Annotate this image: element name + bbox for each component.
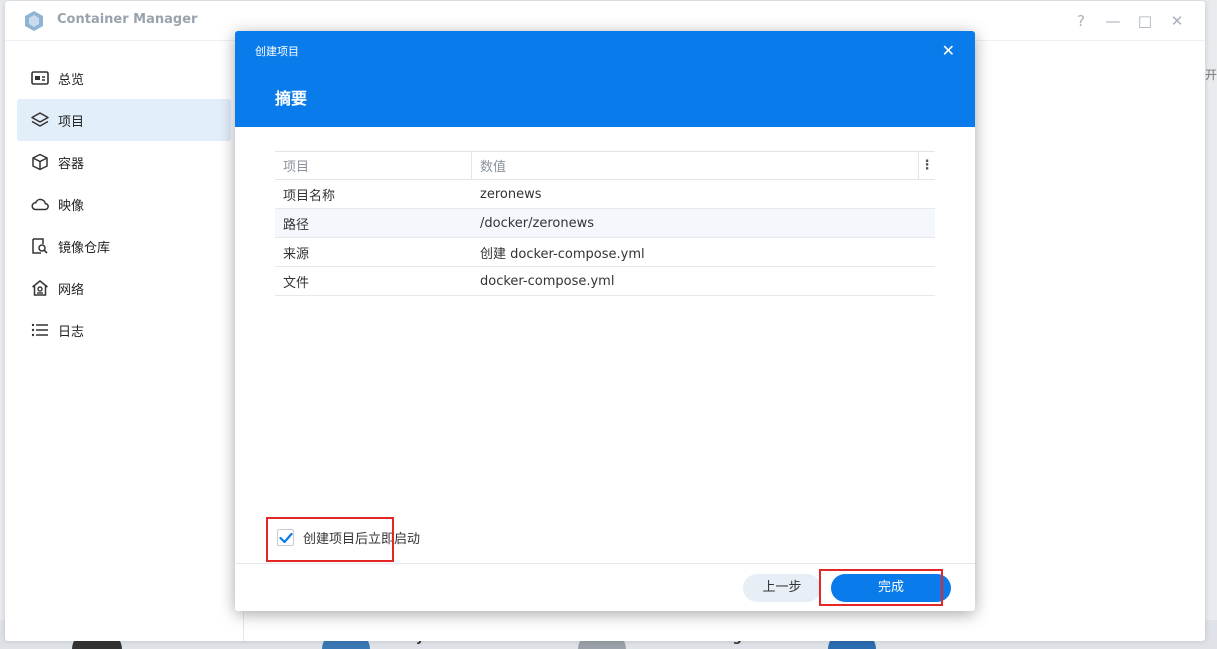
sidebar-item-image[interactable]: 映像 (17, 183, 231, 225)
table-cell-value: docker-compose.yml (480, 273, 615, 289)
close-icon[interactable]: ✕ (942, 41, 955, 60)
sidebar-item-label: 容器 (58, 156, 85, 172)
column-header-value[interactable]: 数值 (472, 152, 919, 179)
dialog-header: 创建项目 ✕ 摘要 (235, 31, 975, 127)
minimize-button[interactable]: — (1103, 11, 1123, 31)
dialog-window-title: 创建项目 (255, 45, 299, 58)
sidebar-item-project[interactable]: 项目 (17, 99, 231, 141)
sidebar-item-container[interactable]: 容器 (17, 141, 231, 183)
table-cell-value: 创建 docker-compose.yml (480, 246, 645, 262)
sidebar-item-overview[interactable]: 总览 (17, 57, 231, 99)
app-title: Container Manager (57, 12, 198, 27)
table-cell-value: zeronews (480, 186, 542, 202)
overview-icon (31, 69, 49, 87)
list-icon (31, 321, 49, 339)
table-row[interactable]: 文件 docker-compose.yml (275, 267, 935, 296)
sidebar-item-label: 镜像仓库 (58, 240, 111, 256)
previous-button[interactable]: 上一步 (743, 574, 821, 602)
highlight-annotation (819, 569, 943, 606)
create-project-dialog: 创建项目 ✕ 摘要 项目 数值 ⋮ 项目名称 zeronews 路径 /dock… (235, 31, 975, 611)
network-home-icon (31, 279, 49, 297)
sidebar-item-label: 日志 (58, 324, 85, 340)
more-options-icon[interactable]: ⋮ (919, 158, 935, 173)
layers-icon (31, 111, 49, 129)
sidebar-item-network[interactable]: 网络 (17, 267, 231, 309)
table-row[interactable]: 来源 创建 docker-compose.yml (275, 238, 935, 267)
sidebar-item-label: 网络 (58, 282, 85, 298)
column-header-item[interactable]: 项目 (275, 152, 472, 179)
table-cell-key: 项目名称 (283, 188, 336, 204)
sidebar-item-label: 总览 (58, 72, 85, 88)
sidebar-item-log[interactable]: 日志 (17, 309, 231, 351)
table-cell-value: /docker/zeronews (480, 215, 594, 231)
table-header: 项目 数值 ⋮ (275, 151, 935, 180)
summary-table: 项目 数值 ⋮ 项目名称 zeronews 路径 /docker/zeronew… (275, 151, 935, 296)
cloud-icon (31, 195, 49, 213)
close-window-button[interactable]: ✕ (1167, 11, 1187, 31)
sidebar-item-label: 映像 (58, 198, 85, 214)
cube-icon (31, 153, 49, 171)
registry-search-icon (31, 237, 49, 255)
help-button[interactable]: ? (1071, 11, 1091, 31)
maximize-button[interactable]: □ (1135, 11, 1155, 31)
sidebar: 总览 项目 容器 映像 镜像仓库 网络 日志 (17, 57, 231, 351)
dialog-title: 摘要 (275, 89, 308, 108)
table-cell-key: 路径 (283, 217, 310, 233)
container-manager-logo-icon (25, 11, 43, 31)
table-row[interactable]: 路径 /docker/zeronews (275, 209, 935, 238)
table-row[interactable]: 项目名称 zeronews (275, 180, 935, 209)
highlight-annotation (266, 517, 394, 562)
sidebar-item-registry[interactable]: 镜像仓库 (17, 225, 231, 267)
table-cell-key: 文件 (283, 275, 310, 291)
table-cell-key: 来源 (283, 246, 310, 262)
sidebar-item-label: 项目 (58, 114, 85, 130)
